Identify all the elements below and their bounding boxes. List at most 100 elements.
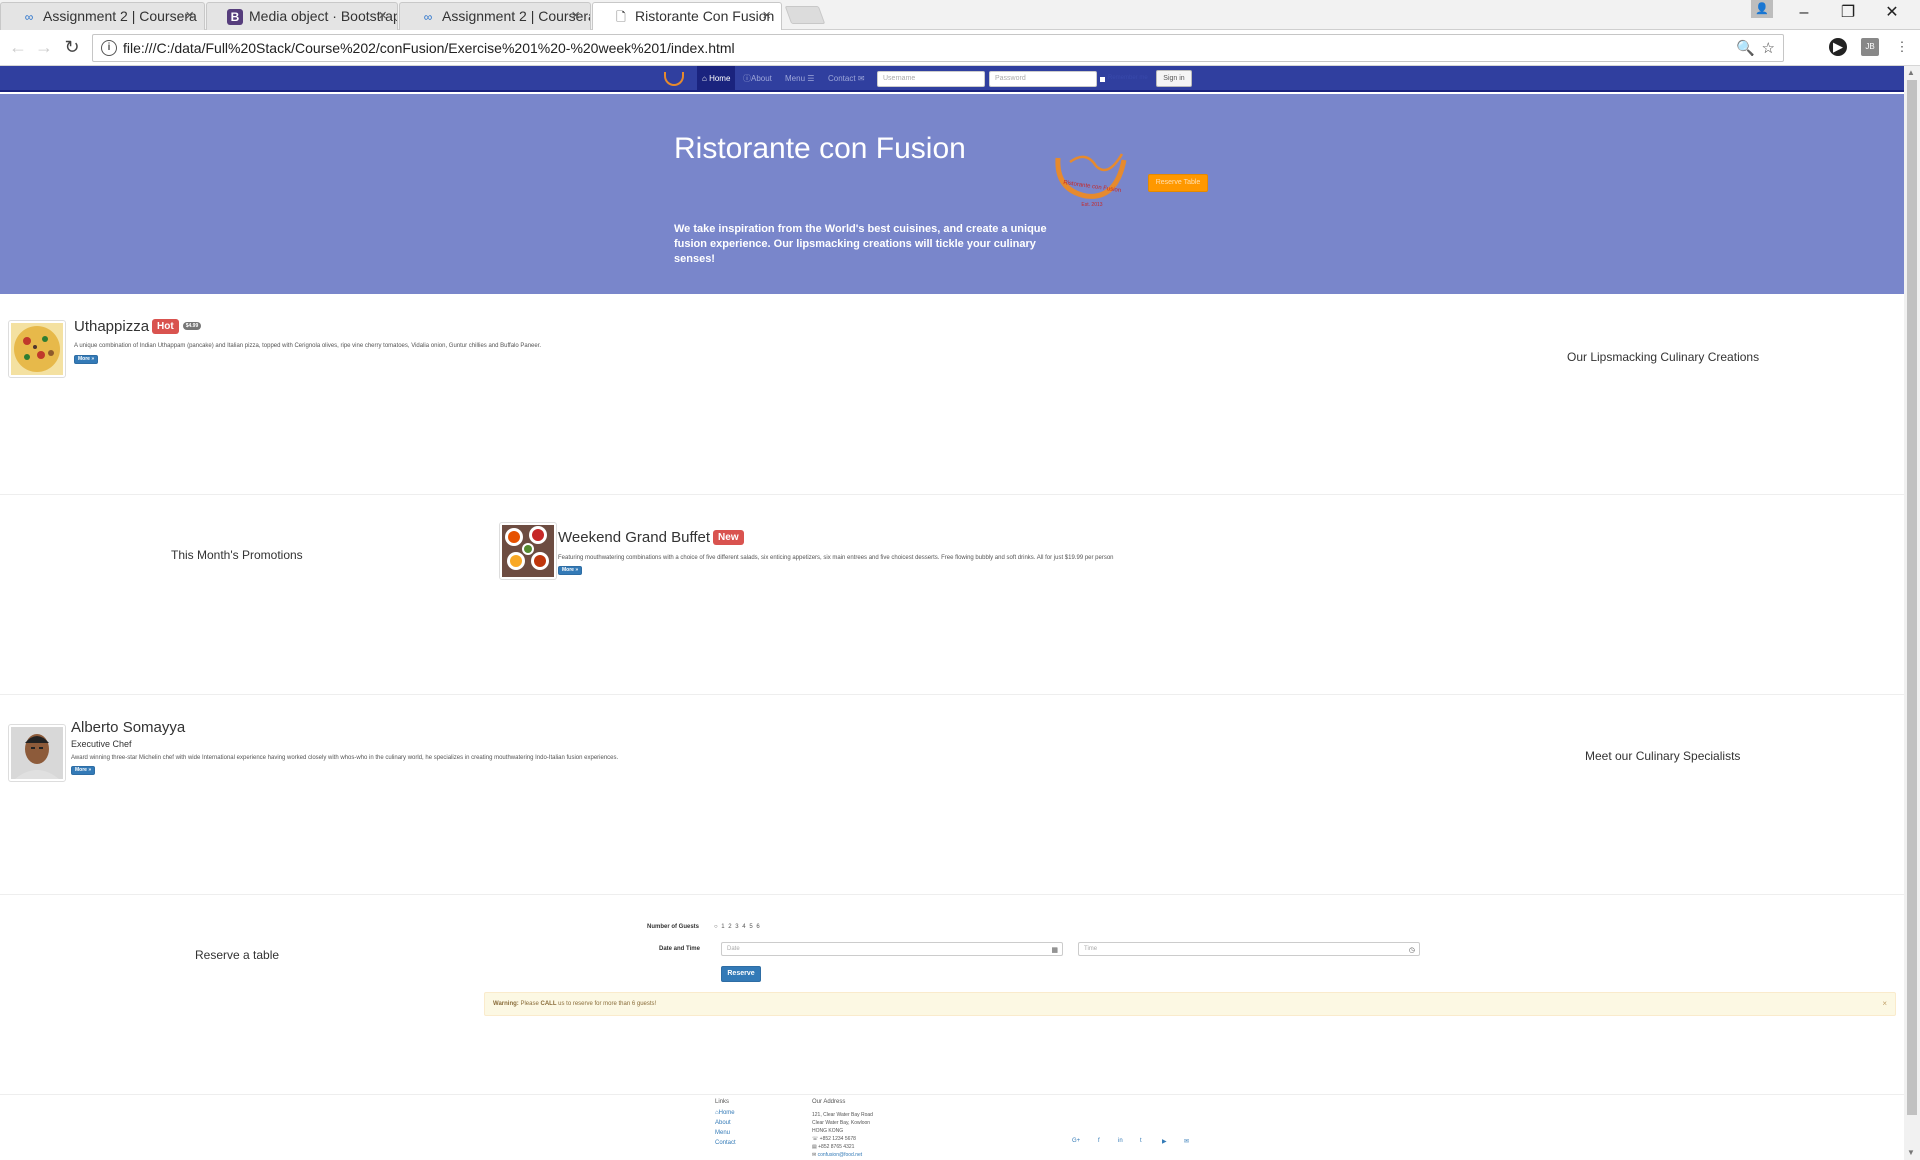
close-window-button[interactable]: ✕ <box>1870 0 1914 28</box>
coursera-icon: ∞ <box>423 10 433 24</box>
phone-number: +852 1234 5678 <box>819 1136 856 1142</box>
warning-rest: us to reserve for more than 6 guests! <box>558 1001 657 1007</box>
brand-logo[interactable] <box>664 72 684 86</box>
address-line: HONG KONG <box>812 1128 844 1134</box>
promo-section-title: This Month's Promotions <box>171 548 303 562</box>
extension-jb-icon[interactable]: JB <box>1861 38 1879 56</box>
username-input[interactable]: Username <box>877 71 985 87</box>
promo-more-button[interactable]: More » <box>558 566 583 575</box>
nav-contact[interactable]: Contact ✉ <box>823 66 870 92</box>
password-input[interactable]: Password <box>989 71 1097 87</box>
url-text[interactable]: file:///C:/data/Full%20Stack/Course%202/… <box>123 40 735 56</box>
address-bar[interactable]: i file:///C:/data/Full%20Stack/Course%20… <box>92 34 1784 62</box>
youtube-icon[interactable]: ▶ <box>1162 1138 1167 1145</box>
back-icon[interactable]: ← <box>6 35 30 59</box>
info-circle-icon: ⓘ <box>743 74 751 83</box>
email-line: ✉ confusion@food.net <box>812 1151 862 1159</box>
phone-icon: ☏ <box>812 1136 819 1142</box>
new-label: New <box>713 530 744 545</box>
reserve-button[interactable]: Reserve <box>721 966 761 982</box>
time-input[interactable]: Time ◷ <box>1078 942 1420 956</box>
reserve-table-button[interactable]: Reserve Table <box>1148 174 1208 192</box>
date-input[interactable]: Date ▦ <box>721 942 1063 956</box>
uthappizza-image[interactable] <box>8 320 66 378</box>
date-placeholder: Date <box>727 946 740 952</box>
scroll-thumb[interactable] <box>1907 80 1917 1115</box>
close-icon[interactable]: × <box>378 3 387 29</box>
address-line: Clear Water Bay, Kowloon <box>812 1120 871 1126</box>
dish-more-button[interactable]: More » <box>74 355 99 364</box>
browser-tabstrip: ∞ Assignment 2 | Coursera × B Media obje… <box>0 0 1920 31</box>
close-icon[interactable]: × <box>571 3 580 29</box>
home-icon: ⌂ <box>702 74 707 83</box>
scroll-up-icon[interactable]: ▲ <box>1907 68 1915 77</box>
guests-options: 1 2 3 4 5 6 <box>721 924 761 930</box>
buffet-picture <box>502 525 554 577</box>
page-scrollbar[interactable]: ▲ ▼ <box>1904 66 1920 1160</box>
browser-tab-2[interactable]: B Media object · Bootstrap × <box>206 2 398 30</box>
email-link[interactable]: confusion@food.net <box>818 1152 863 1158</box>
datetime-label: Date and Time <box>659 946 700 952</box>
browser-toolbar: ← → ↻ i file:///C:/data/Full%20Stack/Cou… <box>0 30 1920 66</box>
footer-link-menu[interactable]: Menu <box>715 1130 730 1136</box>
fax-line: ▤ +852 8765 4321 <box>812 1143 854 1151</box>
web-page: ⌂ Home ⓘAbout Menu ☰ Contact ✉ Username … <box>0 66 1904 1160</box>
coursera-icon: ∞ <box>24 10 34 24</box>
close-icon[interactable]: × <box>1882 993 1887 1015</box>
scroll-down-icon[interactable]: ▼ <box>1907 1148 1915 1157</box>
footer-link-home[interactable]: ⌂Home <box>715 1110 735 1116</box>
footer-links-title: Links <box>715 1099 730 1105</box>
address-line: 121, Clear Water Bay Road <box>812 1112 873 1118</box>
calendar-icon[interactable]: ▦ <box>1051 945 1058 957</box>
new-tab-button[interactable] <box>784 6 826 24</box>
linkedin-icon[interactable]: in <box>1118 1138 1123 1144</box>
dish-section-title: Our Lipsmacking Culinary Creations <box>1567 350 1760 364</box>
close-icon[interactable]: × <box>762 3 771 29</box>
extension-play-icon[interactable]: ▶ <box>1829 38 1847 56</box>
twitter-icon[interactable]: t <box>1140 1138 1142 1144</box>
nav-menu-label: Menu <box>785 74 806 83</box>
promo-description: Featuring mouthwatering combinations wit… <box>558 555 1114 561</box>
star-icon[interactable]: ☆ <box>1762 39 1775 57</box>
footer-link-about[interactable]: About <box>715 1120 731 1126</box>
footer-link-label: Home <box>718 1110 735 1116</box>
footer-address-title: Our Address <box>812 1099 846 1105</box>
buffet-image[interactable] <box>499 522 557 580</box>
google-plus-icon[interactable]: G+ <box>1072 1138 1080 1144</box>
nav-about[interactable]: ⓘAbout <box>738 66 777 92</box>
footer-link-contact[interactable]: Contact <box>715 1140 736 1146</box>
radio-icon[interactable]: ○ <box>714 924 719 930</box>
facebook-icon[interactable]: f <box>1098 1138 1100 1144</box>
chef-portrait <box>11 727 63 779</box>
restaurant-logo: Ristorante con Fusion Est. 2013 <box>1055 153 1127 208</box>
footer <box>0 1094 1904 1160</box>
leader-section-title: Meet our Culinary Specialists <box>1585 749 1741 763</box>
minimize-button[interactable]: – <box>1782 0 1826 28</box>
profile-icon[interactable]: 👤 <box>1751 0 1773 18</box>
clock-icon[interactable]: ◷ <box>1409 945 1415 957</box>
browser-tab-active[interactable]: 🗋 Ristorante Con Fusion × <box>592 2 782 31</box>
browser-tab-3[interactable]: ∞ Assignment 2 | Coursera × <box>399 2 591 30</box>
guests-radio-group[interactable]: ○ 1 2 3 4 5 6 <box>714 924 761 930</box>
time-placeholder: Time <box>1084 946 1098 952</box>
fax-number: +852 8765 4321 <box>818 1144 855 1150</box>
pizza-image <box>11 323 63 375</box>
zoom-icon[interactable]: 🔍 <box>1736 39 1755 57</box>
mail-icon[interactable]: ✉ <box>1184 1138 1189 1145</box>
dish-title: Uthappizza Hot $4.99 <box>74 318 202 335</box>
reload-icon[interactable]: ↻ <box>60 35 84 59</box>
restore-button[interactable]: ❐ <box>1826 0 1870 28</box>
close-icon[interactable]: × <box>185 3 194 29</box>
dish-description: A unique combination of Indian Uthappam … <box>74 343 542 349</box>
forward-icon[interactable]: → <box>32 35 56 59</box>
signin-button[interactable]: Sign in <box>1156 70 1192 87</box>
nav-home[interactable]: ⌂ Home <box>697 66 736 92</box>
remember-checkbox[interactable] <box>1100 77 1105 82</box>
browser-tab-1[interactable]: ∞ Assignment 2 | Coursera × <box>0 2 205 30</box>
chef-photo[interactable] <box>8 724 66 782</box>
chef-more-button[interactable]: More » <box>71 766 96 775</box>
nav-menu[interactable]: Menu ☰ <box>780 66 819 92</box>
info-icon[interactable]: i <box>101 40 117 56</box>
divider <box>0 494 1904 495</box>
menu-icon[interactable]: ⋮ <box>1893 38 1911 56</box>
